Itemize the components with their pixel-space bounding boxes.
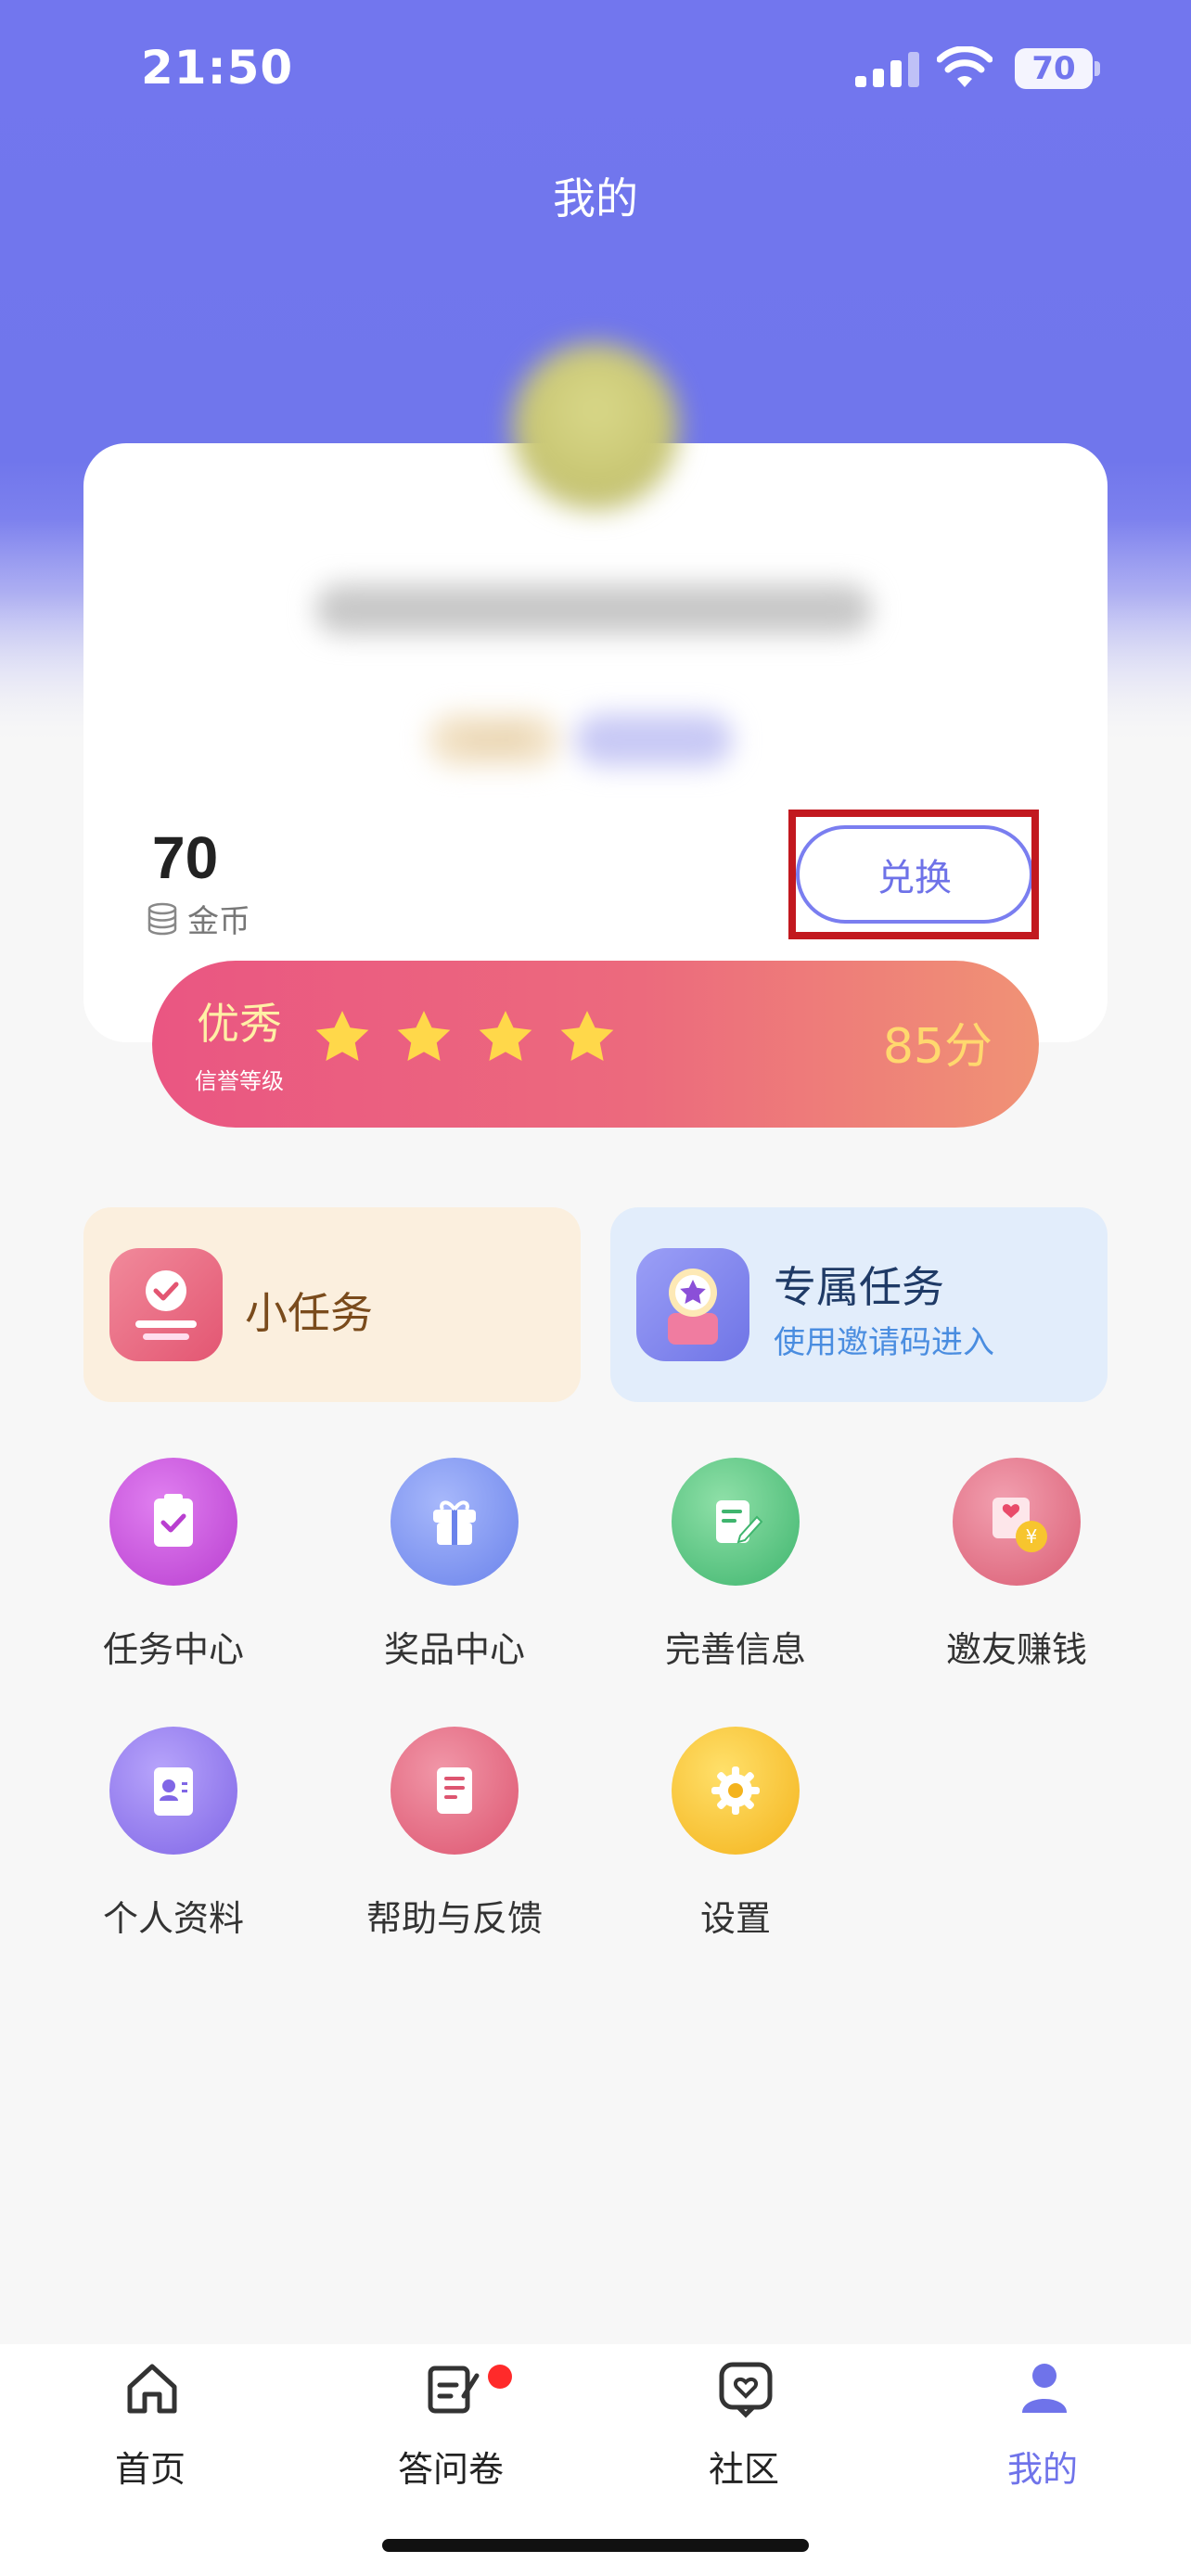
- grid-label: 帮助与反馈: [365, 1898, 543, 1939]
- credit-rating-bar[interactable]: 优秀 信誉等级 85分: [152, 961, 1039, 1128]
- signal-icon: [855, 52, 919, 87]
- blurred-profile-info: Lv.0: [83, 306, 1108, 788]
- star-icon: [479, 1011, 532, 1062]
- tab-label: 社区: [708, 2449, 779, 2490]
- notification-dot: [488, 2365, 512, 2389]
- home-icon: [127, 2364, 177, 2414]
- avatar[interactable]: [512, 343, 679, 510]
- grid-label: 邀友赚钱: [945, 1629, 1087, 1670]
- small-task-icon: [109, 1248, 223, 1361]
- annotation-highlight-box: [788, 810, 1039, 939]
- grid-item-prize-center[interactable]: 奖品中心: [348, 1458, 561, 1699]
- username-redacted: [315, 584, 872, 634]
- status-time: 21:50: [141, 41, 294, 95]
- tab-label: 首页: [114, 2449, 186, 2490]
- small-task-card[interactable]: 小任务: [83, 1207, 581, 1402]
- grid-item-settings[interactable]: 设置: [629, 1727, 842, 1968]
- tab-community[interactable]: 社区: [660, 2359, 827, 2507]
- tab-survey[interactable]: 答问卷: [367, 2359, 534, 2507]
- status-bar: 21:50 70: [0, 0, 1191, 139]
- level-badge: Lv.0: [429, 714, 558, 766]
- grid-label: 设置: [699, 1898, 771, 1939]
- svg-text:¥: ¥: [1026, 1525, 1038, 1548]
- profile-icon: [1022, 2364, 1067, 2413]
- coins-icon: [147, 902, 177, 935]
- exclusive-task-title: 专属任务: [774, 1262, 944, 1312]
- grid-item-invite-earn[interactable]: ¥ 邀友赚钱: [910, 1458, 1123, 1699]
- battery-level: 70: [1015, 48, 1093, 89]
- star-icon: [315, 1011, 369, 1062]
- edit-form-icon: [672, 1458, 800, 1586]
- exclusive-task-card[interactable]: 专属任务 使用邀请码进入: [610, 1207, 1108, 1402]
- tab-mine[interactable]: 我的: [959, 2359, 1126, 2507]
- help-book-icon: [391, 1727, 519, 1855]
- credit-level: 优秀: [197, 999, 282, 1049]
- tag-badge: [575, 714, 733, 766]
- grid-label: 完善信息: [664, 1629, 806, 1670]
- star-icon: [397, 1011, 451, 1062]
- tab-home[interactable]: 首页: [67, 2359, 234, 2507]
- task-clipboard-icon: [109, 1458, 237, 1586]
- grid-item-task-center[interactable]: 任务中心: [67, 1458, 280, 1699]
- settings-gear-icon: [672, 1727, 800, 1855]
- exclusive-task-subtitle: 使用邀请码进入: [774, 1324, 994, 1361]
- page-title: 我的: [553, 173, 638, 223]
- profile-card-icon: [109, 1727, 237, 1855]
- star-icon: [560, 1011, 614, 1062]
- survey-icon: [428, 2366, 480, 2414]
- tab-label: 我的: [1006, 2449, 1078, 2490]
- credit-stars: [312, 1007, 618, 1068]
- battery-tip: [1095, 61, 1100, 76]
- grid-label: 个人资料: [102, 1898, 244, 1939]
- coin-label-row: 金币: [147, 896, 250, 941]
- invite-money-icon: ¥: [953, 1458, 1081, 1586]
- grid-label: 任务中心: [102, 1629, 244, 1670]
- exclusive-task-icon: [636, 1248, 749, 1361]
- community-icon: [719, 2362, 773, 2418]
- grid-item-help-feedback[interactable]: 帮助与反馈: [348, 1727, 561, 1968]
- coin-balance: 70: [152, 824, 219, 891]
- gift-box-icon: [391, 1458, 519, 1586]
- home-indicator: [382, 2539, 809, 2552]
- credit-score: 85分: [882, 1019, 992, 1075]
- grid-label: 奖品中心: [383, 1629, 525, 1670]
- grid-item-complete-info[interactable]: 完善信息: [629, 1458, 842, 1699]
- grid-item-profile[interactable]: 个人资料: [67, 1727, 280, 1968]
- credit-label: 信誉等级: [195, 1068, 284, 1094]
- tab-label: 答问卷: [397, 2449, 504, 2490]
- small-task-title: 小任务: [245, 1288, 373, 1338]
- battery-icon: 70: [1015, 48, 1100, 89]
- coin-label: 金币: [187, 903, 250, 940]
- wifi-icon: [937, 46, 992, 87]
